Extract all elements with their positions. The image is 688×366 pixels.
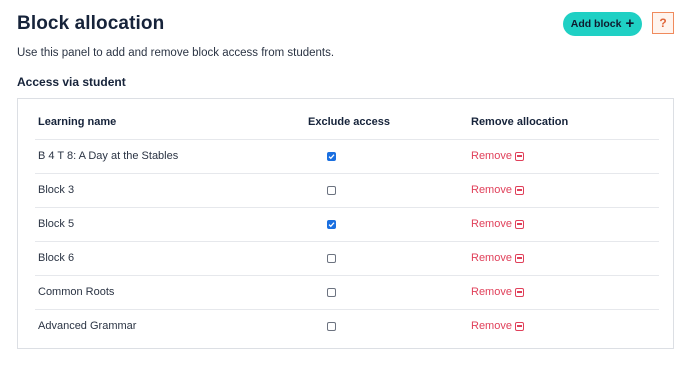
remove-label: Remove xyxy=(471,286,512,298)
minus-square-icon xyxy=(514,219,524,229)
learning-name: B 4 T 8: A Day at the Stables xyxy=(38,150,179,162)
remove-label: Remove xyxy=(471,252,512,264)
exclude-access-checkbox[interactable] xyxy=(327,254,336,263)
remove-button[interactable]: Remove xyxy=(471,184,524,196)
table-row: Common Roots Remove xyxy=(35,275,659,309)
add-block-button[interactable]: Add block + xyxy=(563,12,642,36)
column-header-learning-name: Learning name xyxy=(38,116,117,128)
question-icon: ? xyxy=(659,16,667,30)
minus-square-icon xyxy=(514,321,524,331)
minus-square-icon xyxy=(514,185,524,195)
exclude-access-checkbox[interactable] xyxy=(327,186,336,195)
column-header-exclude-access: Exclude access xyxy=(308,116,390,128)
section-title: Access via student xyxy=(17,75,126,89)
table-row: Block 5 Remove xyxy=(35,207,659,241)
table-header: Learning name Exclude access Remove allo… xyxy=(18,99,673,139)
learning-name: Block 3 xyxy=(38,184,75,196)
learning-name: Common Roots xyxy=(38,286,115,298)
remove-label: Remove xyxy=(471,184,512,196)
exclude-access-checkbox[interactable] xyxy=(327,322,336,331)
remove-button[interactable]: Remove xyxy=(471,150,524,162)
remove-button[interactable]: Remove xyxy=(471,218,524,230)
remove-button[interactable]: Remove xyxy=(471,252,524,264)
remove-button[interactable]: Remove xyxy=(471,286,524,298)
plus-icon: + xyxy=(625,15,635,32)
remove-label: Remove xyxy=(471,320,512,332)
exclude-access-checkbox[interactable] xyxy=(327,220,336,229)
learning-name: Block 5 xyxy=(38,218,75,230)
remove-label: Remove xyxy=(471,218,512,230)
table-row: B 4 T 8: A Day at the Stables Remove xyxy=(35,139,659,173)
block-allocation-page: Block allocation Use this panel to add a… xyxy=(0,0,688,366)
exclude-access-checkbox[interactable] xyxy=(327,288,336,297)
help-button[interactable]: ? xyxy=(652,12,674,34)
page-description: Use this panel to add and remove block a… xyxy=(17,47,335,59)
minus-square-icon xyxy=(514,287,524,297)
table-row: Block 6 Remove xyxy=(35,241,659,275)
remove-label: Remove xyxy=(471,150,512,162)
page-title: Block allocation xyxy=(17,13,165,34)
learning-name: Advanced Grammar xyxy=(38,320,137,332)
column-header-remove-allocation: Remove allocation xyxy=(471,116,569,128)
table-row: Advanced Grammar Remove xyxy=(35,309,659,343)
minus-square-icon xyxy=(514,253,524,263)
learning-name: Block 6 xyxy=(38,252,75,264)
remove-button[interactable]: Remove xyxy=(471,320,524,332)
add-block-label: Add block xyxy=(570,18,622,30)
minus-square-icon xyxy=(514,151,524,161)
table-row: Block 3 Remove xyxy=(35,173,659,207)
exclude-access-checkbox[interactable] xyxy=(327,152,336,161)
allocation-table: Learning name Exclude access Remove allo… xyxy=(17,98,674,349)
